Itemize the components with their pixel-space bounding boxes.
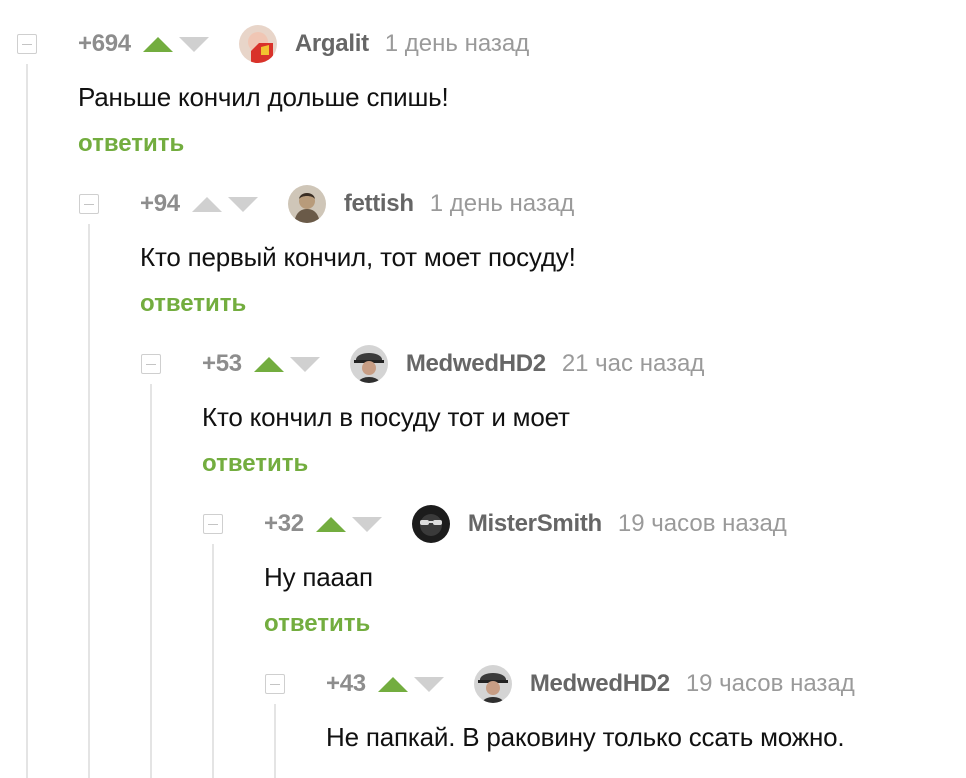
downvote-icon[interactable]: [351, 516, 382, 532]
comment: +94 fettish 1 день назад Кто первый конч…: [0, 160, 940, 320]
collapse-icon[interactable]: [17, 34, 37, 54]
comment-header: +43 MedwedHD2 19 часов назад: [326, 665, 855, 703]
comment: +43 MedwedHD2 19 часов назад Не папкай. …: [0, 640, 940, 778]
collapse-icon[interactable]: [141, 354, 161, 374]
upvote-icon[interactable]: [315, 516, 346, 532]
comment-rating: +694: [78, 30, 131, 57]
comment: +694 Argalit 1 день назад Раньше кончил …: [0, 0, 940, 160]
upvote-icon[interactable]: [191, 196, 222, 212]
timestamp: 19 часов назад: [685, 670, 855, 697]
comment-text: Раньше кончил дольше спишь!: [78, 82, 449, 112]
downvote-icon[interactable]: [178, 36, 209, 52]
reply-link[interactable]: ответить: [264, 610, 370, 638]
timestamp: 19 часов назад: [617, 510, 787, 537]
comment: +32 MisterSmith 19 часов назад Ну пааап …: [0, 480, 940, 640]
collapse-icon[interactable]: [203, 514, 223, 534]
comment-header: +53 MedwedHD2 21 час назад: [202, 345, 705, 383]
timestamp: 1 день назад: [384, 30, 530, 57]
comment-rating: +32: [264, 510, 304, 537]
comment: +53 MedwedHD2 21 час назад Кто кончил в …: [0, 320, 940, 480]
upvote-icon[interactable]: [253, 356, 284, 372]
comment-rating: +94: [140, 190, 180, 217]
username[interactable]: MedwedHD2: [406, 350, 546, 378]
avatar[interactable]: [411, 505, 450, 543]
timestamp: 1 день назад: [429, 190, 575, 217]
avatar[interactable]: [287, 185, 326, 223]
upvote-icon[interactable]: [142, 36, 173, 52]
reply-link[interactable]: ответить: [78, 130, 184, 158]
downvote-icon[interactable]: [227, 196, 258, 212]
collapse-icon[interactable]: [79, 194, 99, 214]
comment-text: Кто кончил в посуду тот и моет: [202, 402, 570, 432]
avatar[interactable]: [349, 345, 388, 383]
comment-text: Не папкай. В раковину только ссать можно…: [326, 722, 845, 752]
collapse-icon[interactable]: [265, 674, 285, 694]
username[interactable]: Argalit: [295, 30, 369, 58]
thread-line: [274, 704, 276, 778]
downvote-icon[interactable]: [289, 356, 320, 372]
avatar[interactable]: [473, 665, 512, 703]
username[interactable]: fettish: [344, 190, 414, 218]
reply-link[interactable]: ответить: [202, 450, 308, 478]
upvote-icon[interactable]: [377, 676, 408, 692]
reply-link[interactable]: ответить: [140, 290, 246, 318]
comment-header: +694 Argalit 1 день назад: [78, 25, 530, 63]
username[interactable]: MedwedHD2: [530, 670, 670, 698]
comment-rating: +43: [326, 670, 366, 697]
comment-header: +32 MisterSmith 19 часов назад: [264, 505, 787, 543]
avatar[interactable]: [238, 25, 277, 63]
comment-header: +94 fettish 1 день назад: [140, 185, 575, 223]
username[interactable]: MisterSmith: [468, 510, 602, 538]
comment-thread: +694 Argalit 1 день назад Раньше кончил …: [0, 0, 966, 778]
comment-text: Кто первый кончил, тот моет посуду!: [140, 242, 576, 272]
comment-rating: +53: [202, 350, 242, 377]
timestamp: 21 час назад: [561, 350, 705, 377]
comment-text: Ну пааап: [264, 562, 373, 592]
downvote-icon[interactable]: [413, 676, 444, 692]
